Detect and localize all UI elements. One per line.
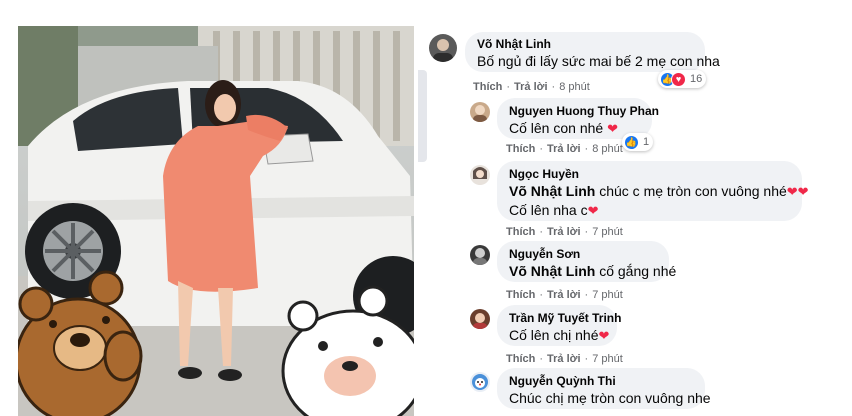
heart-emoji: ❤: [587, 203, 599, 218]
comment: Nguyễn Sơn Võ Nhật Linh cố gắng nhé Thíc…: [425, 241, 852, 303]
avatar[interactable]: [429, 34, 457, 62]
comment-time[interactable]: 8 phút: [559, 81, 590, 93]
comment: Trần Mỹ Tuyết Trinh Cố lên chị nhé❤ Thíc…: [425, 305, 852, 367]
reply-button[interactable]: Trả lời: [547, 289, 581, 301]
like-button[interactable]: Thích: [506, 143, 535, 155]
comment-author[interactable]: Trần Mỹ Tuyết Trinh: [509, 311, 621, 326]
comment-time[interactable]: 7 phút: [592, 289, 623, 301]
reaction-summary[interactable]: 👍 1: [622, 133, 654, 151]
comments-section: Võ Nhật Linh Bố ngủ đi lấy sức mai bế 2 …: [425, 26, 852, 416]
comment: Nguyễn Quỳnh Thi Chúc chị mẹ tròn con vu…: [425, 368, 852, 416]
like-button[interactable]: Thích: [506, 353, 535, 365]
comment-bubble: Trần Mỹ Tuyết Trinh Cố lên chị nhé❤: [497, 305, 621, 346]
mention-link[interactable]: Võ Nhật Linh: [509, 183, 595, 199]
comment-text-body-2: Cố lên nha c: [509, 202, 588, 218]
mention-link[interactable]: Võ Nhật Linh: [509, 263, 595, 279]
comment-text-body: chúc c mẹ tròn con vuông nhé: [599, 183, 787, 199]
heart-emoji: ❤❤: [786, 184, 809, 199]
comment-author[interactable]: Nguyễn Sơn: [509, 247, 657, 262]
comment-actions: Thích · Trả lời · 7 phút: [506, 226, 623, 238]
like-button[interactable]: Thích: [506, 226, 535, 238]
comment-bubble: Ngọc Huyền Võ Nhật Linh chúc c mẹ tròn c…: [497, 161, 809, 221]
comment: Võ Nhật Linh Bố ngủ đi lấy sức mai bế 2 …: [425, 26, 852, 96]
comment-time[interactable]: 7 phút: [592, 226, 623, 238]
reaction-count: 1: [643, 136, 650, 148]
comment-time[interactable]: 7 phút: [592, 353, 623, 365]
comment-bubble: Nguyễn Quỳnh Thi Chúc chị mẹ tròn con vu…: [497, 368, 711, 409]
comment-actions: Thích · Trả lời · 7 phút: [506, 353, 623, 365]
comment-actions: Thích · Trả lời · 7 phút: [506, 289, 623, 301]
love-icon: ♥: [671, 71, 686, 87]
reply-button[interactable]: Trả lời: [547, 353, 581, 365]
comment-author[interactable]: Nguyễn Quỳnh Thi: [509, 374, 693, 389]
comment-bubble: Võ Nhật Linh Bố ngủ đi lấy sức mai bế 2 …: [465, 32, 720, 72]
comment-actions: Thích · Trả lời · 8 phút: [506, 143, 623, 155]
like-button[interactable]: Thích: [506, 289, 535, 301]
car-photo: [18, 26, 414, 416]
comment-text-body: cố gắng nhé: [599, 263, 677, 279]
avatar[interactable]: [470, 309, 490, 329]
comment-text-body: Cố lên con nhé: [509, 120, 604, 136]
comment-text: Võ Nhật Linh chúc c mẹ tròn con vuông nh…: [509, 182, 809, 201]
comment: Nguyen Huong Thuy Phan Cố lên con nhé ❤ …: [425, 98, 852, 160]
reply-button[interactable]: Trả lời: [547, 143, 581, 155]
comment-text-line2: Cố lên nha c❤: [509, 201, 790, 220]
reaction-summary[interactable]: 👍 ♥ 16: [658, 70, 707, 88]
like-icon: 👍: [624, 134, 639, 150]
heart-emoji: ❤: [607, 121, 618, 136]
avatar[interactable]: [470, 372, 490, 392]
heart-emoji: ❤: [598, 328, 610, 343]
avatar[interactable]: [470, 165, 490, 185]
comment-text: Cố lên chị nhé❤: [509, 326, 609, 345]
reply-button[interactable]: Trả lời: [514, 81, 548, 93]
comment-author[interactable]: Ngọc Huyền: [509, 167, 790, 182]
reply-button[interactable]: Trả lời: [547, 226, 581, 238]
comment-text: Chúc chị mẹ tròn con vuông nhe: [509, 390, 711, 406]
comment-text: Cố lên con nhé ❤: [509, 119, 640, 138]
avatar[interactable]: [470, 102, 490, 122]
comment-text-body: Cố lên chị nhé: [509, 327, 599, 343]
comment-author[interactable]: Võ Nhật Linh: [477, 37, 693, 52]
like-button[interactable]: Thích: [473, 81, 502, 93]
comment: Ngọc Huyền Võ Nhật Linh chúc c mẹ tròn c…: [425, 161, 852, 241]
comment-text: Võ Nhật Linh cố gắng nhé: [509, 262, 676, 281]
avatar[interactable]: [470, 245, 490, 265]
comment-bubble: Nguyễn Sơn Võ Nhật Linh cố gắng nhé: [497, 241, 676, 282]
post-photo[interactable]: [18, 26, 414, 416]
comment-text: Bố ngủ đi lấy sức mai bế 2 mẹ con nha: [477, 53, 720, 69]
comment-actions: Thích · Trả lời · 8 phút: [473, 81, 590, 93]
comment-time[interactable]: 8 phút: [592, 143, 623, 155]
comment-author[interactable]: Nguyen Huong Thuy Phan: [509, 104, 659, 119]
reaction-count: 16: [690, 73, 703, 85]
